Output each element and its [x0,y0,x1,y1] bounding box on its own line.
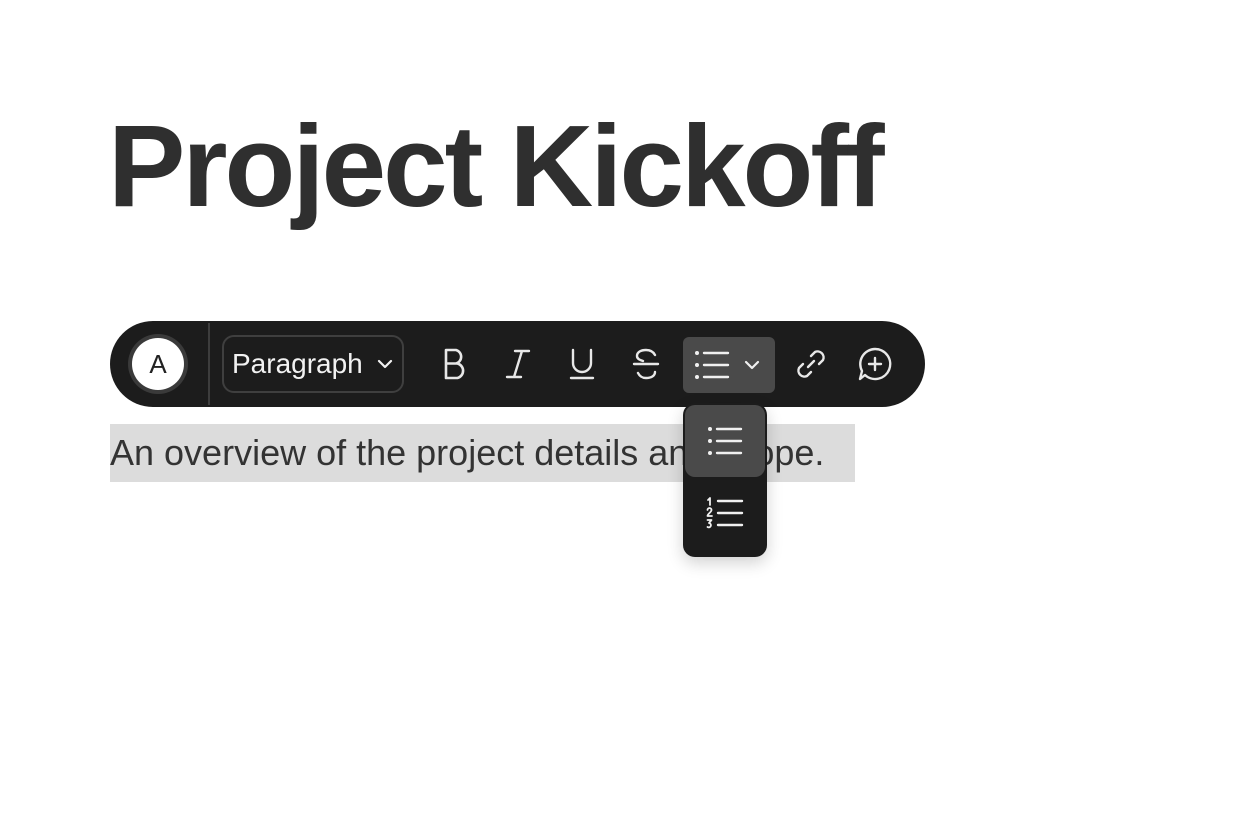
format-select-label: Paragraph [232,348,363,379]
numbered-list-option[interactable] [685,477,765,549]
list-type-dropdown [683,403,767,557]
numbered-list-icon [706,496,744,530]
link-button[interactable] [789,342,833,386]
chevron-down-icon [743,357,761,373]
bold-button[interactable] [432,342,476,386]
strikethrough-button[interactable] [624,342,668,386]
format-select[interactable]: Paragraph [222,335,404,393]
strikethrough-icon [631,347,661,381]
add-comment-button[interactable] [853,342,897,386]
list-dropdown-button[interactable] [683,337,775,393]
page-title: Project Kickoff [108,101,885,231]
avatar-letter: A [149,348,167,379]
bulleted-list-icon [707,425,743,457]
toolbar-divider [208,323,210,405]
italic-button[interactable] [496,342,540,386]
italic-icon [503,347,533,381]
bold-icon [439,347,469,381]
underline-icon [567,347,597,381]
formatting-toolbar: A Paragraph [110,321,925,407]
link-icon [794,347,828,381]
bulleted-list-option[interactable] [685,405,765,477]
add-comment-icon [857,346,893,382]
chevron-down-icon [376,355,394,373]
avatar[interactable]: A [132,338,184,390]
bulleted-list-icon [694,349,730,381]
underline-button[interactable] [560,342,604,386]
